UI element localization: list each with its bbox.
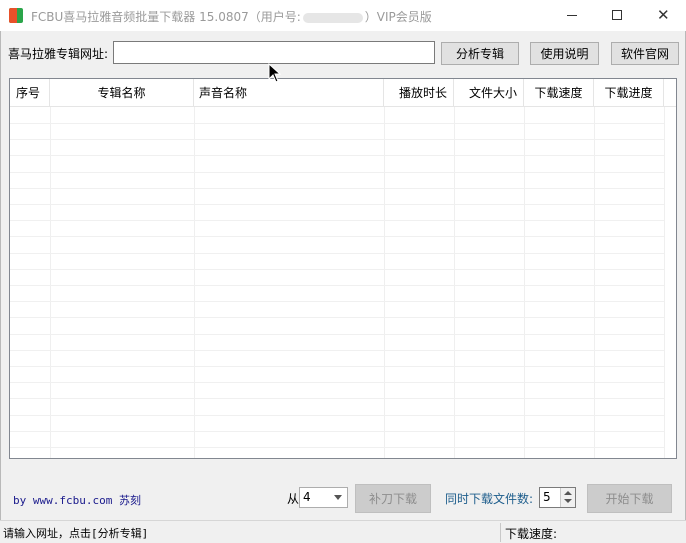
window-title-prefix: FCBU喜马拉雅音频批量下载器 15.0807（用户号: [31, 10, 301, 24]
start-index-select[interactable]: 4 [299, 487, 348, 508]
close-icon: ✕ [657, 6, 670, 24]
grid-line [10, 269, 664, 270]
minimize-icon [567, 15, 577, 16]
grid-line [194, 107, 195, 458]
grid-line [10, 447, 664, 448]
column-header-album[interactable]: 专辑名称 [50, 79, 194, 107]
column-header-speed[interactable]: 下载速度 [524, 79, 594, 107]
start-index-value: 4 [303, 490, 311, 504]
album-url-input[interactable] [113, 41, 435, 64]
grid-line [10, 204, 664, 205]
concurrent-downloads-label: 同时下载文件数: [445, 492, 534, 506]
maximize-icon [612, 10, 622, 20]
grid-line [10, 123, 664, 124]
grid-line [10, 431, 664, 432]
analyze-album-button[interactable]: 分析专辑 [441, 42, 519, 65]
help-button[interactable]: 使用说明 [530, 42, 599, 65]
grid-line [10, 155, 664, 156]
resume-download-button[interactable]: 补刀下载 [355, 484, 431, 513]
redacted-user-id [302, 12, 363, 23]
album-url-label: 喜马拉雅专辑网址: [8, 47, 109, 61]
grid-line [10, 236, 664, 237]
download-speed-label: 下载速度: [505, 527, 558, 541]
column-header-duration[interactable]: 播放时长 [384, 79, 454, 107]
minimize-button[interactable] [549, 0, 595, 31]
official-site-button[interactable]: 软件官网 [611, 42, 679, 65]
app-logo-icon [9, 8, 23, 23]
grid-line [10, 172, 664, 173]
title-bar: FCBU喜马拉雅音频批量下载器 15.0807（用户号: ）VIP会员版 ✕ [0, 0, 686, 31]
concurrent-downloads-stepper[interactable]: 5 [539, 487, 576, 508]
status-bar: 请输入网址，点击[分析专辑] 下载速度: [0, 520, 686, 543]
window-title: FCBU喜马拉雅音频批量下载器 15.0807（用户号: ）VIP会员版 [31, 8, 432, 25]
column-header-progress[interactable]: 下载进度 [594, 79, 664, 107]
grid-line [10, 382, 664, 383]
grid-line [10, 350, 664, 351]
grid-line [10, 301, 664, 302]
column-header-track[interactable]: 声音名称 [194, 79, 384, 107]
grid-line [10, 139, 664, 140]
grid-line [10, 415, 664, 416]
grid-line [10, 285, 664, 286]
tracks-table[interactable]: 序号 专辑名称 声音名称 播放时长 文件大小 下载速度 下载进度 [9, 78, 677, 459]
grid-line [10, 188, 664, 189]
maximize-button[interactable] [594, 0, 640, 31]
grid-line [454, 107, 455, 458]
mouse-cursor-icon [268, 63, 282, 83]
grid-line [10, 334, 664, 335]
start-download-button[interactable]: 开始下载 [587, 484, 672, 513]
column-header-index[interactable]: 序号 [10, 79, 50, 107]
grid-line [384, 107, 385, 458]
author-byline: by www.fcbu.com 苏刻 [13, 494, 141, 507]
chevron-down-icon [334, 495, 342, 500]
chevron-up-icon[interactable] [564, 491, 572, 495]
status-message: 请输入网址，点击[分析专辑] [3, 527, 149, 540]
chevron-down-icon[interactable] [564, 499, 572, 503]
column-header-file-size[interactable]: 文件大小 [454, 79, 524, 107]
grid-line [50, 107, 51, 458]
grid-line [524, 107, 525, 458]
grid-line [10, 253, 664, 254]
close-button[interactable]: ✕ [640, 0, 686, 31]
window-title-suffix: ）VIP会员版 [364, 10, 432, 24]
stepper-buttons[interactable] [560, 488, 575, 507]
grid-line [10, 317, 664, 318]
grid-line [10, 398, 664, 399]
concurrent-downloads-value: 5 [543, 490, 551, 504]
grid-line [594, 107, 595, 458]
table-header: 序号 专辑名称 声音名称 播放时长 文件大小 下载速度 下载进度 [10, 79, 676, 107]
from-label: 从 [287, 492, 300, 506]
grid-line [10, 366, 664, 367]
grid-line [10, 220, 664, 221]
status-divider [500, 523, 501, 542]
grid-line [664, 107, 665, 458]
